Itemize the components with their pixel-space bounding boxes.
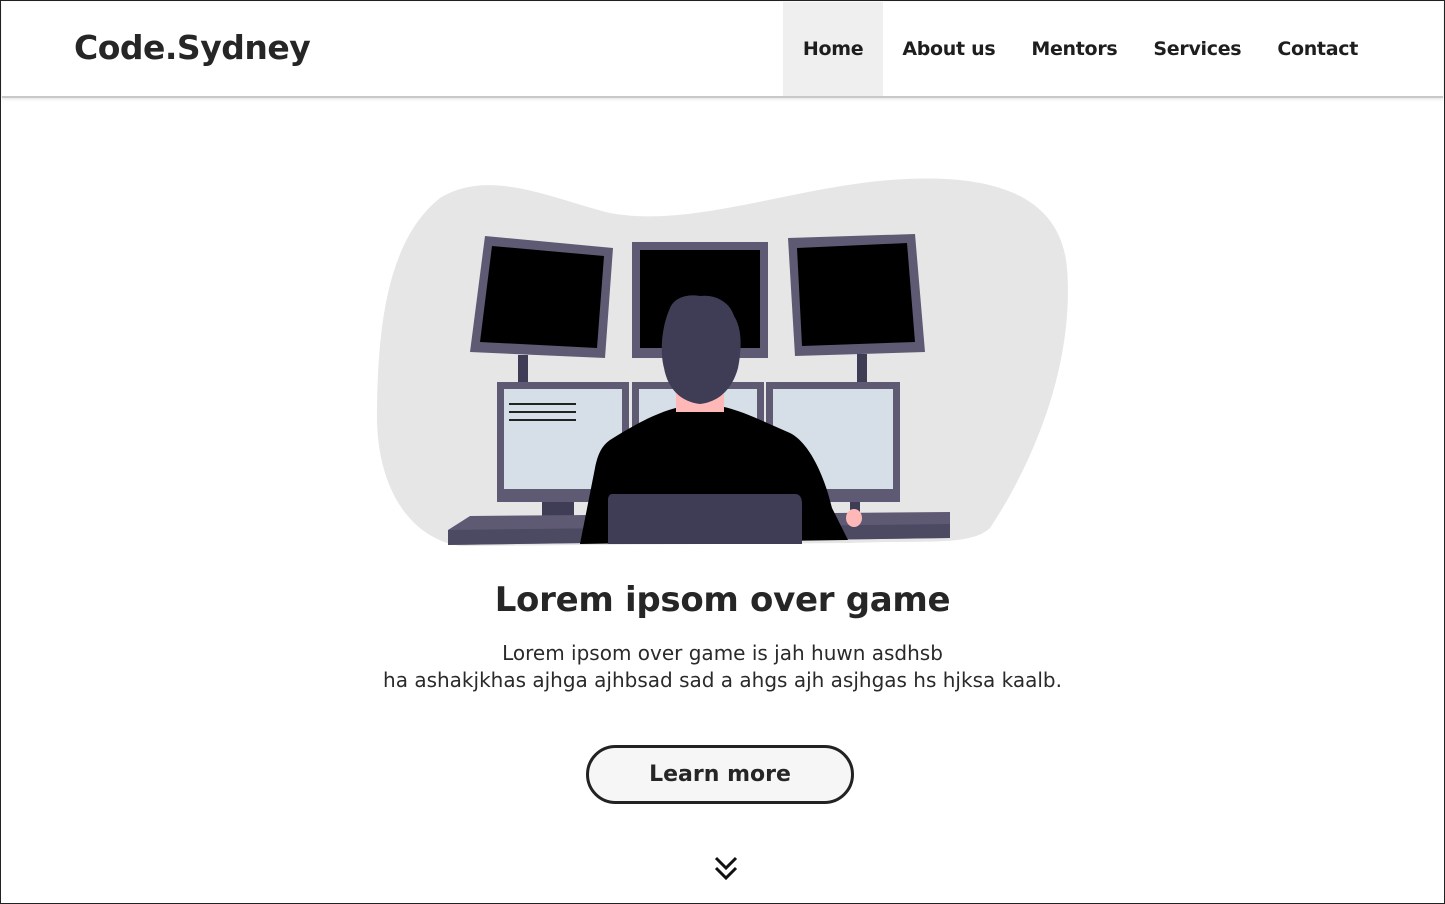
hero-subtitle: Lorem ipsom over game is jah huwn asdhsb… bbox=[0, 640, 1445, 694]
nav-item-contact[interactable]: Contact bbox=[1260, 2, 1375, 96]
hero-illustration bbox=[376, 178, 1068, 546]
nav-item-about-us[interactable]: About us bbox=[885, 2, 1012, 96]
hero-subtitle-line: Lorem ipsom over game is jah huwn asdhsb bbox=[502, 641, 943, 665]
nav-item-services[interactable]: Services bbox=[1136, 2, 1258, 96]
hero-subtitle-line: ha ashakjkhas ajhga ajhbsad sad a ahgs a… bbox=[383, 668, 1062, 692]
learn-more-button[interactable]: Learn more bbox=[586, 745, 854, 804]
nav-item-mentors[interactable]: Mentors bbox=[1014, 2, 1134, 96]
nav-menu: Home About us Mentors Services Contact bbox=[782, 2, 1375, 96]
brand-logo[interactable]: Code.Sydney bbox=[74, 28, 311, 67]
hero-title: Lorem ipsom over game bbox=[494, 580, 951, 620]
navbar: Code.Sydney Home About us Mentors Servic… bbox=[2, 2, 1443, 98]
nav-item-home[interactable]: Home bbox=[782, 2, 884, 96]
double-chevron-down-icon[interactable] bbox=[712, 854, 740, 884]
